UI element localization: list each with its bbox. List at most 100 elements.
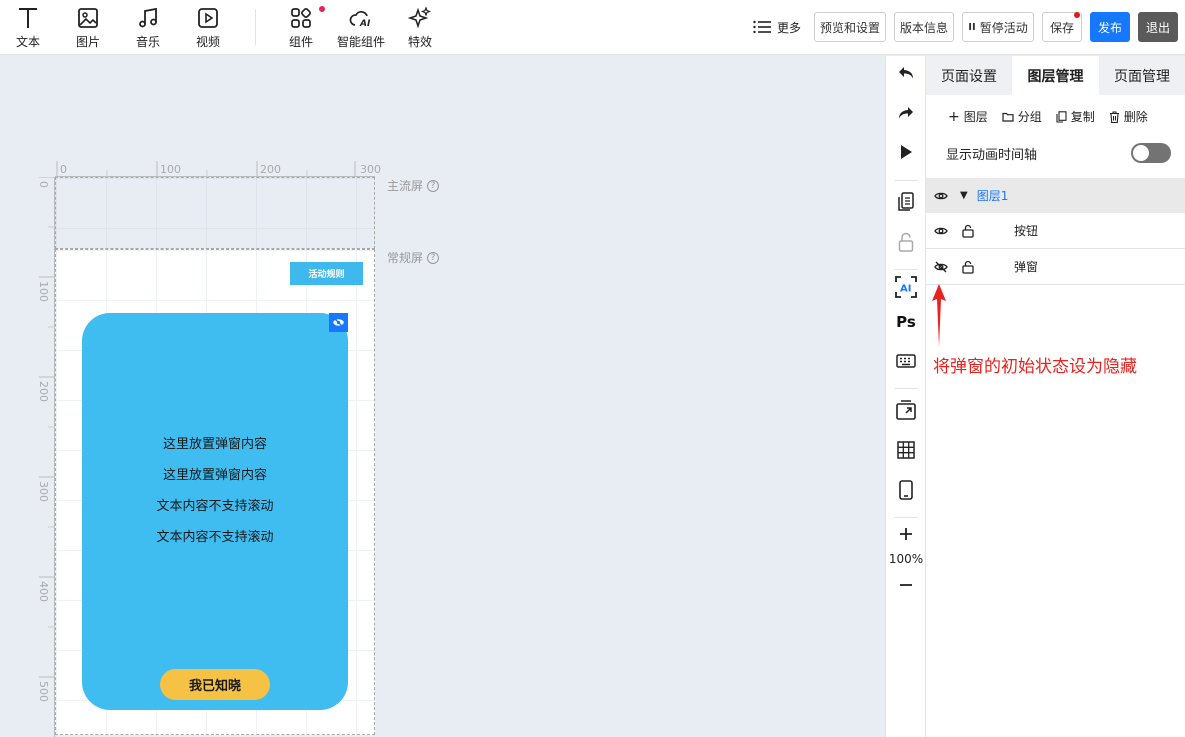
list-icon <box>753 20 771 34</box>
main-screen-zone[interactable] <box>55 177 375 249</box>
layer-group-row[interactable]: ▼ 图层1 <box>926 178 1185 213</box>
eye-off-icon[interactable] <box>934 261 948 273</box>
zoom-out-button[interactable] <box>886 570 926 600</box>
grid-icon <box>897 441 915 459</box>
acknowledge-button[interactable]: 我已知晓 <box>160 669 270 700</box>
sparkle-icon <box>408 6 432 29</box>
ai-scan-icon: AI <box>895 276 917 298</box>
top-toolbar: 文本 图片 音乐 视频 组件 AI 智能组件 特效 更多 预览和设置 版本信息 … <box>0 0 1185 55</box>
tool-effects[interactable]: 特效 <box>395 6 445 50</box>
version-info-button[interactable]: 版本信息 <box>894 12 954 42</box>
divider <box>894 517 918 518</box>
tool-video[interactable]: 视频 <box>183 6 233 50</box>
delete-layer-button[interactable]: 删除 <box>1109 108 1148 125</box>
text-icon <box>19 8 37 28</box>
save-label: 保存 <box>1049 20 1074 35</box>
ruler-h-tick-100: 100 <box>160 163 181 176</box>
popup-text-line: 文本内容不支持滚动 <box>156 530 274 545</box>
tool-music-label: 音乐 <box>135 35 160 49</box>
zoom-in-icon <box>900 528 912 540</box>
tool-effects-label: 特效 <box>407 35 432 49</box>
grid-button[interactable] <box>886 435 926 465</box>
keyboard-button[interactable] <box>886 346 926 376</box>
add-layer-button[interactable]: + 图层 <box>948 108 988 125</box>
animation-timeline-row: 显示动画时间轴 <box>946 142 1171 164</box>
tool-music[interactable]: 音乐 <box>123 6 173 50</box>
keyboard-icon <box>896 354 916 368</box>
help-icon[interactable]: ? <box>427 179 440 192</box>
normal-screen-text: 常规屏 <box>387 251 424 265</box>
horizontal-ruler <box>55 161 375 177</box>
tool-text[interactable]: 文本 <box>3 6 53 50</box>
annotation-text: 将弹窗的初始状态设为隐藏 <box>933 357 1137 377</box>
pause-activity-button[interactable]: II 暂停活动 <box>962 12 1034 42</box>
main-screen-text: 主流屏 <box>387 179 424 193</box>
tool-video-label: 视频 <box>195 35 220 49</box>
preview-settings-button[interactable]: 预览和设置 <box>814 12 886 42</box>
group-button[interactable]: 分组 <box>1002 108 1042 125</box>
layer-row-popup[interactable]: 弹窗 <box>926 249 1185 285</box>
caret-down-icon[interactable]: ▼ <box>960 190 968 201</box>
divider <box>894 388 918 389</box>
mobile-icon <box>899 480 913 500</box>
popup-text-line: 这里放置弹窗内容 <box>162 468 267 483</box>
play-button[interactable] <box>886 137 926 167</box>
layer-actions: + 图层 分组 复制 删除 <box>948 108 1148 125</box>
components-icon <box>291 8 311 28</box>
music-icon <box>139 7 157 28</box>
publish-button[interactable]: 发布 <box>1090 12 1130 42</box>
copy-pages-icon <box>898 192 914 211</box>
replace-screen-button[interactable] <box>886 395 926 425</box>
ruler-v-tick-100: 100 <box>37 281 50 302</box>
ruler-v-tick-400: 400 <box>37 581 50 602</box>
ruler-v-tick-300: 300 <box>37 481 50 502</box>
ruler-v-tick-500: 500 <box>37 681 50 702</box>
layer-row-button[interactable]: 按钮 <box>926 213 1185 249</box>
mobile-preview-button[interactable] <box>886 475 926 505</box>
hidden-indicator[interactable] <box>329 313 348 332</box>
eye-icon[interactable] <box>934 191 948 201</box>
divider <box>894 269 918 270</box>
ruler-v-tick-200: 200 <box>37 381 50 402</box>
animation-timeline-toggle[interactable] <box>1131 143 1171 163</box>
tab-layer-management[interactable]: 图层管理 <box>1012 56 1099 95</box>
tool-ai-components[interactable]: AI 智能组件 <box>335 6 387 50</box>
ai-scan-label: AI <box>900 284 911 295</box>
ai-scan-button[interactable]: AI <box>886 272 926 302</box>
copy-pages-button[interactable] <box>886 187 926 217</box>
eye-icon[interactable] <box>934 226 948 236</box>
copy-icon <box>1056 110 1067 123</box>
lock-icon <box>898 232 914 252</box>
popup-layer[interactable]: 这里放置弹窗内容 这里放置弹窗内容 文本内容不支持滚动 文本内容不支持滚动 我已… <box>82 313 348 710</box>
unlock-icon[interactable] <box>962 260 974 274</box>
undo-icon <box>899 67 913 79</box>
divider <box>894 180 918 181</box>
pause-icon: II <box>968 21 976 33</box>
popup-text-line: 这里放置弹窗内容 <box>162 437 267 452</box>
save-button[interactable]: 保存 <box>1042 12 1082 42</box>
tab-page-management[interactable]: 页面管理 <box>1099 56 1185 95</box>
copy-layer-button[interactable]: 复制 <box>1056 108 1095 125</box>
activity-rules-button[interactable]: 活动规则 <box>290 262 363 285</box>
tool-components-label: 组件 <box>288 35 313 49</box>
redo-button[interactable] <box>886 98 926 128</box>
unlock-icon[interactable] <box>962 224 974 238</box>
more-label: 更多 <box>777 20 802 35</box>
more-menu[interactable]: 更多 <box>753 17 801 37</box>
ruler-h-tick-200: 200 <box>260 163 281 176</box>
tool-image[interactable]: 图片 <box>63 6 113 50</box>
zoom-in-button[interactable] <box>886 519 926 549</box>
plus-icon: + <box>948 108 960 125</box>
svg-text:AI: AI <box>359 19 371 29</box>
annotation-arrow <box>932 284 946 347</box>
undo-button[interactable] <box>886 58 926 88</box>
lock-button[interactable] <box>886 227 926 257</box>
tab-page-settings[interactable]: 页面设置 <box>926 56 1012 95</box>
exit-button[interactable]: 退出 <box>1138 12 1178 42</box>
tool-components[interactable]: 组件 <box>276 6 326 50</box>
help-icon[interactable]: ? <box>427 251 440 264</box>
tool-ai-components-label: 智能组件 <box>336 35 385 49</box>
image-icon <box>78 8 98 28</box>
photoshop-import-button[interactable]: Ps <box>886 307 926 337</box>
normal-screen-label: 常规屏 ? <box>387 249 440 266</box>
